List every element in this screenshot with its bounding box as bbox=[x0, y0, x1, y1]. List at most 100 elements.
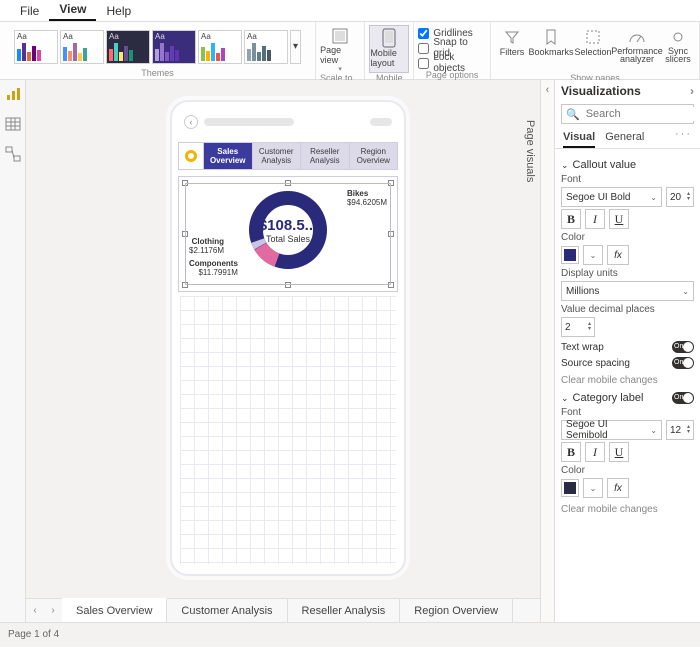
donut-chart: $108.5... Total Sales bbox=[244, 186, 332, 274]
callout-underline-button[interactable]: U bbox=[609, 209, 629, 229]
mobile-layout-button[interactable]: Mobile layout bbox=[369, 25, 409, 73]
source-spacing-toggle[interactable]: On bbox=[672, 357, 694, 369]
phone-title-placeholder bbox=[204, 118, 294, 126]
section-category-label[interactable]: ⌄Category labelOn bbox=[561, 392, 694, 404]
theme-swatch-2[interactable]: Aa bbox=[60, 30, 104, 64]
category-clear-mobile[interactable]: Clear mobile changes bbox=[561, 504, 694, 515]
display-units-select[interactable]: Millions⌄ bbox=[561, 281, 694, 301]
category-label-toggle[interactable]: On bbox=[672, 392, 694, 404]
phone-nav-tabs: Sales Overview Customer Analysis Reselle… bbox=[178, 142, 398, 170]
sync-slicers-button[interactable]: Sync slicers bbox=[661, 25, 695, 73]
phone-back-button[interactable]: ‹ bbox=[184, 115, 198, 129]
decimals-input[interactable]: 2▴▾ bbox=[561, 317, 595, 337]
page-tab-sales[interactable]: Sales Overview bbox=[62, 598, 167, 622]
callout-bold-button[interactable]: B bbox=[561, 209, 581, 229]
resize-handle[interactable] bbox=[388, 231, 394, 237]
section-callout-value[interactable]: ⌄Callout value bbox=[561, 159, 694, 171]
viz-panel-collapse[interactable]: › bbox=[690, 84, 694, 98]
ribbon: Aa Aa Aa Aa Aa Aa ▾ Themes Page view ▾ S… bbox=[0, 22, 700, 80]
phone-logo-icon bbox=[179, 143, 203, 169]
page-tab-region[interactable]: Region Overview bbox=[400, 599, 513, 622]
performance-analyzer-button[interactable]: Performance analyzer bbox=[613, 25, 661, 73]
lock-objects-checkbox[interactable]: Lock objects bbox=[418, 56, 486, 70]
bookmarks-icon bbox=[541, 27, 561, 47]
menu-file[interactable]: File bbox=[10, 2, 49, 21]
category-color-fx[interactable]: fx bbox=[607, 478, 629, 498]
label-bikes: Bikes$94.6205M bbox=[347, 189, 387, 207]
category-italic-button[interactable]: I bbox=[585, 442, 605, 462]
ribbon-group-page-options: Gridlines Snap to grid Lock objects Page… bbox=[414, 22, 491, 79]
canvas-area: ‹ Sales Overview Customer Analysis Resel… bbox=[26, 80, 540, 622]
phone-tab-region[interactable]: Region Overview bbox=[349, 143, 398, 169]
phone-action-placeholder bbox=[370, 118, 392, 126]
theme-swatch-3[interactable]: Aa bbox=[106, 30, 150, 64]
selection-pane-button[interactable]: Selection bbox=[573, 25, 613, 73]
ribbon-group-mobile: Mobile layout Mobile bbox=[365, 22, 414, 79]
page-nav-prev[interactable]: ‹ bbox=[26, 599, 44, 622]
page-visuals-label: Page visuals bbox=[524, 120, 536, 182]
resize-handle[interactable] bbox=[285, 282, 291, 288]
text-wrap-label: Text wrap bbox=[561, 342, 604, 353]
main: ‹ Sales Overview Customer Analysis Resel… bbox=[0, 80, 700, 622]
status-bar: Page 1 of 4 bbox=[0, 622, 700, 646]
resize-handle[interactable] bbox=[182, 282, 188, 288]
resize-handle[interactable] bbox=[388, 180, 394, 186]
viz-tab-more[interactable]: ··· bbox=[675, 128, 692, 148]
donut-visual[interactable]: $108.5... Total Sales Bikes$94.6205M Clo… bbox=[178, 176, 398, 292]
visualizations-panel: Visualizations › 🔍 Visual General ··· ⌄C… bbox=[554, 80, 700, 622]
model-view-icon[interactable] bbox=[5, 146, 21, 162]
category-font-size[interactable]: 12▴▾ bbox=[666, 420, 694, 440]
page-view-button[interactable]: Page view ▾ bbox=[320, 25, 360, 73]
callout-color-dropdown[interactable]: ⌄ bbox=[583, 245, 603, 265]
page-tab-customer[interactable]: Customer Analysis bbox=[167, 599, 287, 622]
data-view-icon[interactable] bbox=[5, 116, 21, 132]
callout-color-fx[interactable]: fx bbox=[607, 245, 629, 265]
category-bold-button[interactable]: B bbox=[561, 442, 581, 462]
viz-tab-general[interactable]: General bbox=[605, 128, 644, 148]
resize-handle[interactable] bbox=[182, 231, 188, 237]
mobile-layout-icon bbox=[379, 28, 399, 48]
page-view-label: Page view bbox=[320, 45, 360, 65]
category-underline-button[interactable]: U bbox=[609, 442, 629, 462]
donut-label: Total Sales bbox=[266, 234, 310, 244]
theme-swatch-6[interactable]: Aa bbox=[244, 30, 288, 64]
callout-font-family-select[interactable]: Segoe UI Bold⌄ bbox=[561, 187, 662, 207]
phone-tab-reseller[interactable]: Reseller Analysis bbox=[300, 143, 349, 169]
theme-swatch-1[interactable]: Aa bbox=[14, 30, 58, 64]
category-color-swatch[interactable] bbox=[561, 479, 579, 497]
menu-help[interactable]: Help bbox=[96, 2, 141, 21]
phone-tab-sales[interactable]: Sales Overview bbox=[203, 143, 252, 169]
category-color-dropdown[interactable]: ⌄ bbox=[583, 478, 603, 498]
text-wrap-toggle[interactable]: On bbox=[672, 341, 694, 353]
callout-clear-mobile[interactable]: Clear mobile changes bbox=[561, 375, 694, 386]
donut-value: $108.5... bbox=[259, 217, 317, 234]
callout-italic-button[interactable]: I bbox=[585, 209, 605, 229]
viz-search-input[interactable] bbox=[584, 107, 700, 121]
themes-group-label: Themes bbox=[141, 68, 174, 78]
resize-handle[interactable] bbox=[388, 282, 394, 288]
theme-swatch-5[interactable]: Aa bbox=[198, 30, 242, 64]
callout-color-swatch[interactable] bbox=[561, 246, 579, 264]
phone-header: ‹ bbox=[172, 102, 404, 142]
menu-view[interactable]: View bbox=[49, 0, 96, 21]
page-view-caret: ▾ bbox=[338, 65, 342, 73]
page-nav-next[interactable]: › bbox=[44, 599, 62, 622]
phone-frame[interactable]: ‹ Sales Overview Customer Analysis Resel… bbox=[170, 100, 406, 576]
category-font-family-select[interactable]: Segoe UI Semibold⌄ bbox=[561, 420, 662, 440]
phone-tab-customer[interactable]: Customer Analysis bbox=[252, 143, 301, 169]
bookmarks-pane-button[interactable]: Bookmarks bbox=[529, 25, 573, 73]
viz-tab-visual[interactable]: Visual bbox=[563, 128, 595, 148]
page-tab-reseller[interactable]: Reseller Analysis bbox=[288, 599, 401, 622]
theme-swatch-4[interactable]: Aa bbox=[152, 30, 196, 64]
viz-panel-title: Visualizations bbox=[561, 84, 641, 98]
callout-font-size[interactable]: 20▴▾ bbox=[666, 187, 694, 207]
page-visuals-toggle[interactable]: ‹ bbox=[540, 80, 554, 622]
ribbon-group-scale: Page view ▾ Scale to fit bbox=[316, 22, 365, 79]
viz-search[interactable]: 🔍 bbox=[561, 104, 694, 124]
themes-dropdown[interactable]: ▾ bbox=[290, 30, 301, 64]
phone-grid-area[interactable] bbox=[180, 296, 396, 564]
report-view-icon[interactable] bbox=[5, 86, 21, 102]
resize-handle[interactable] bbox=[182, 180, 188, 186]
filters-pane-button[interactable]: Filters bbox=[495, 25, 529, 73]
ribbon-group-show-panes: Filters Bookmarks Selection Performance … bbox=[491, 22, 700, 79]
